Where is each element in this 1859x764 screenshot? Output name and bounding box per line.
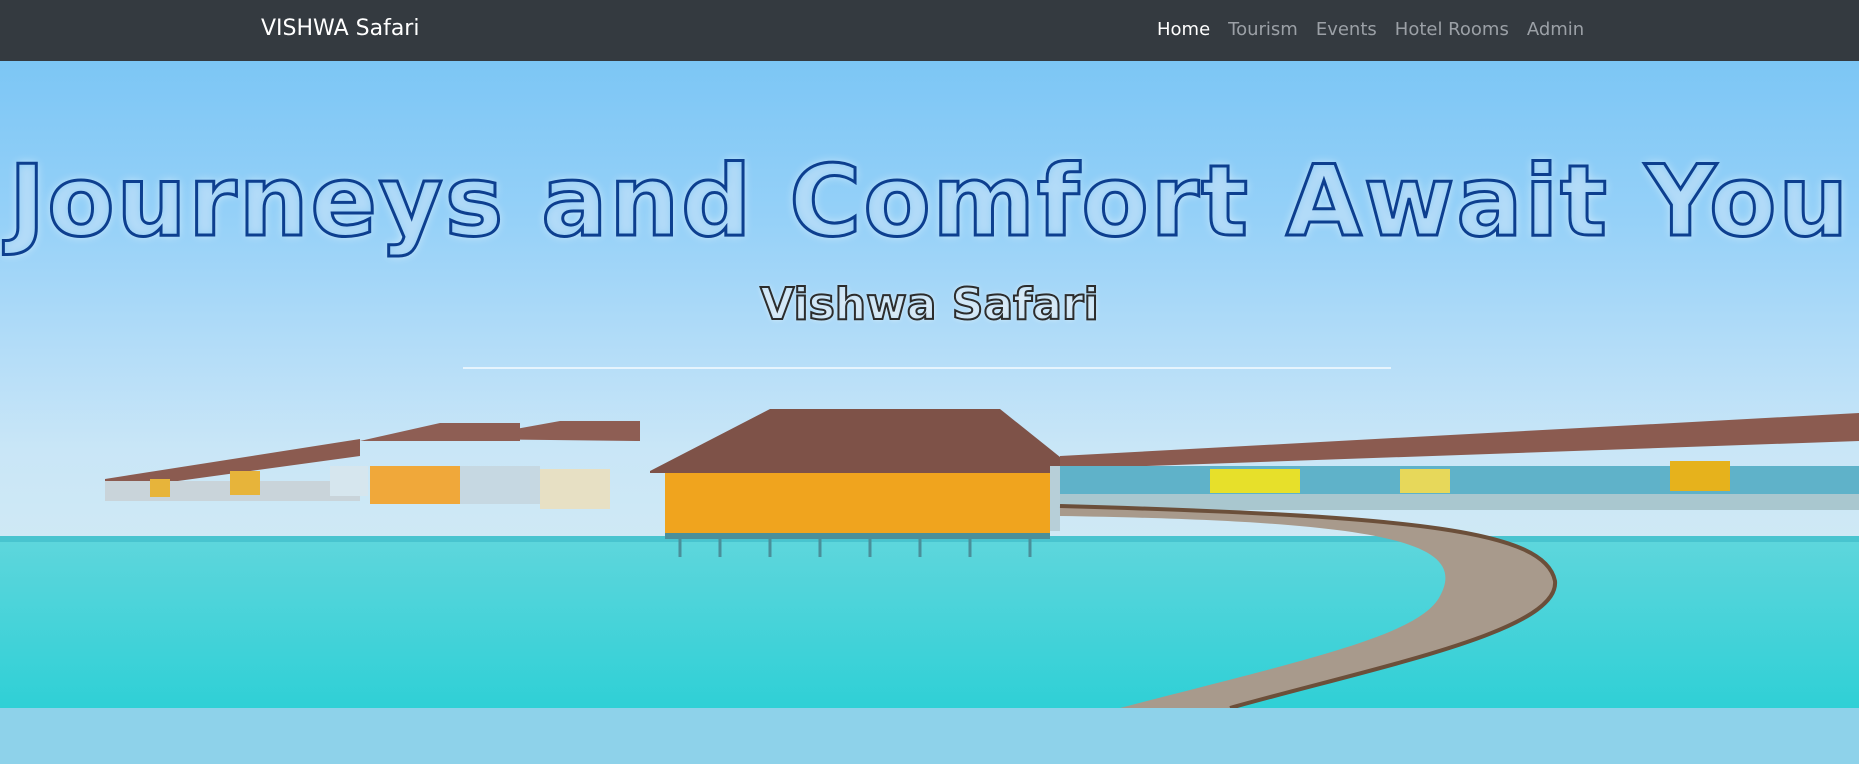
hero-divider <box>463 367 1391 369</box>
hero-headline: Journeys and Comfort Await You <box>7 144 1851 261</box>
top-navbar: VISHWA Safari Home Tourism Events Hotel … <box>0 0 1859 61</box>
villa-row-left <box>105 439 368 501</box>
nav-home-link[interactable]: Home <box>1157 19 1210 40</box>
brand-link[interactable]: VISHWA Safari <box>261 16 419 41</box>
nav-links: Home Tourism Events Hotel Rooms Admin <box>1157 19 1584 40</box>
hero-subheadline: Vishwa Safari <box>759 278 1100 331</box>
footer-band <box>0 708 1859 764</box>
nav-admin-link[interactable]: Admin <box>1527 19 1584 40</box>
nav-events-link[interactable]: Events <box>1316 19 1377 40</box>
nav-hotel-rooms-link[interactable]: Hotel Rooms <box>1395 19 1509 40</box>
villa-roof <box>650 409 1065 473</box>
nav-tourism-link[interactable]: Tourism <box>1228 19 1298 40</box>
hero-section: Journeys and Comfort Await You Vishwa Sa… <box>0 61 1859 708</box>
villa-main-wall <box>665 473 1050 533</box>
